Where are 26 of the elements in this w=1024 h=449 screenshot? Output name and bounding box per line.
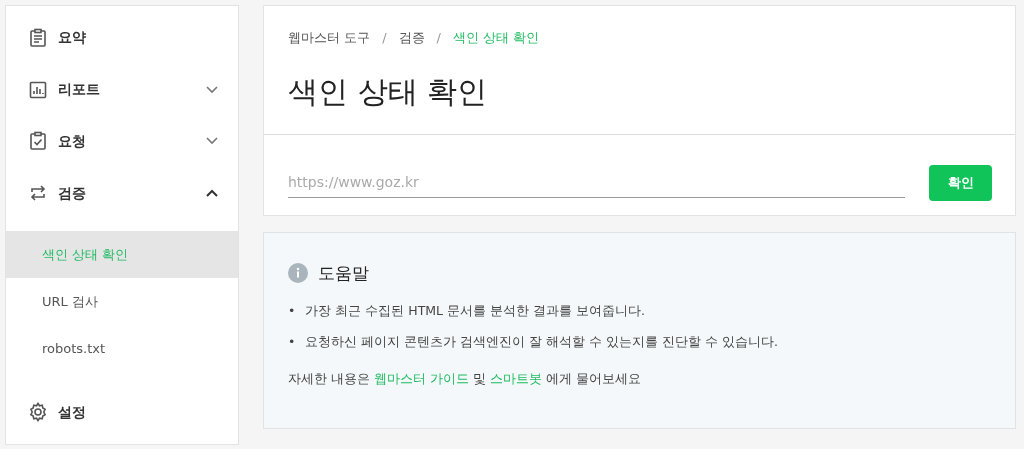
chevron-down-icon[interactable] [206,137,218,146]
submenu-item[interactable]: URL 검사 [6,278,238,326]
page-title: 색인 상태 확인 [288,73,489,110]
help-text: 자세한 내용은 웹마스터 가이드 및 스마트봇 에게 물어보세요 [288,369,642,388]
sidebar-item[interactable]: 요청 [6,115,238,168]
help-title: 도움말 [318,261,369,285]
chart-icon [28,79,48,100]
submenu-item[interactable]: robots.txt [6,325,238,373]
breadcrumb-separator: / [436,29,441,47]
sidebar-item[interactable]: 리포트 [6,63,238,116]
sidebar-item[interactable]: 검증 [6,167,238,220]
clipboard-icon [28,27,48,48]
checklist-icon [28,131,48,152]
bullet-marker: • [288,332,296,351]
chevron-down-icon[interactable] [206,85,218,94]
chevron-up-icon[interactable] [206,189,218,198]
help-bullet: 요청하신 페이지 콘텐츠가 검색엔진이 잘 해석할 수 있는지를 진단할 수 있습니다. [305,332,779,351]
breadcrumb-separator: / [382,29,387,47]
sidebar-item[interactable]: 설정 [6,386,238,438]
gear-icon [28,402,48,423]
sidebar-item[interactable]: 요약 [6,12,238,64]
breadcrumb-link[interactable]: 웹마스터 도구 [288,28,371,48]
breadcrumb-link[interactable]: 검증 [398,28,425,48]
bullet-marker: • [288,302,296,320]
help-bullet: 가장 최근 수집된 HTML 문서를 분석한 결과를 보여줍니다. [305,302,645,320]
info-icon [288,263,308,284]
